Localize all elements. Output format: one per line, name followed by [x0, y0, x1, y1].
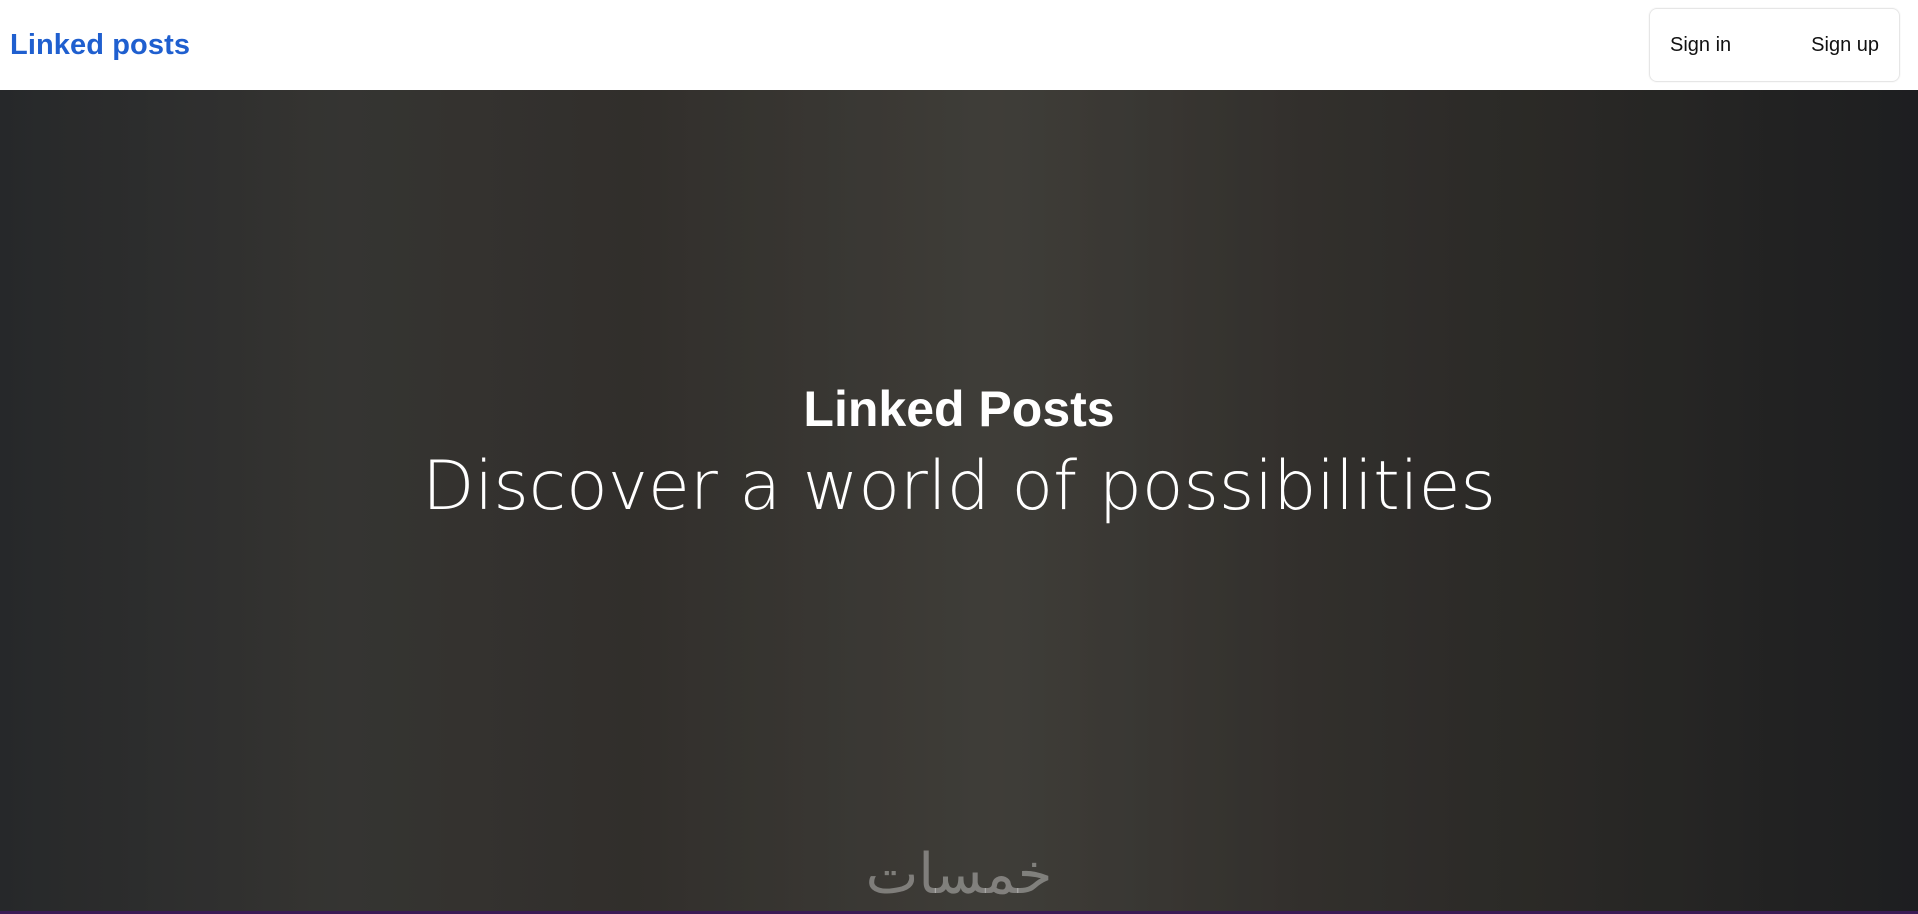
- brand-logo[interactable]: Linked posts: [10, 29, 190, 62]
- hero-subtitle: Discover a world of possibilities: [422, 447, 1496, 526]
- top-navbar: Linked posts Sign in Sign up: [0, 0, 1918, 90]
- sign-in-link[interactable]: Sign in: [1670, 34, 1731, 57]
- sign-up-link[interactable]: Sign up: [1811, 34, 1879, 57]
- auth-menu: Sign in Sign up: [1649, 8, 1900, 82]
- hero-title: Linked Posts: [803, 381, 1115, 437]
- watermark-logo: خمسات: [865, 842, 1053, 907]
- hero-section: Linked Posts Discover a world of possibi…: [0, 90, 1918, 914]
